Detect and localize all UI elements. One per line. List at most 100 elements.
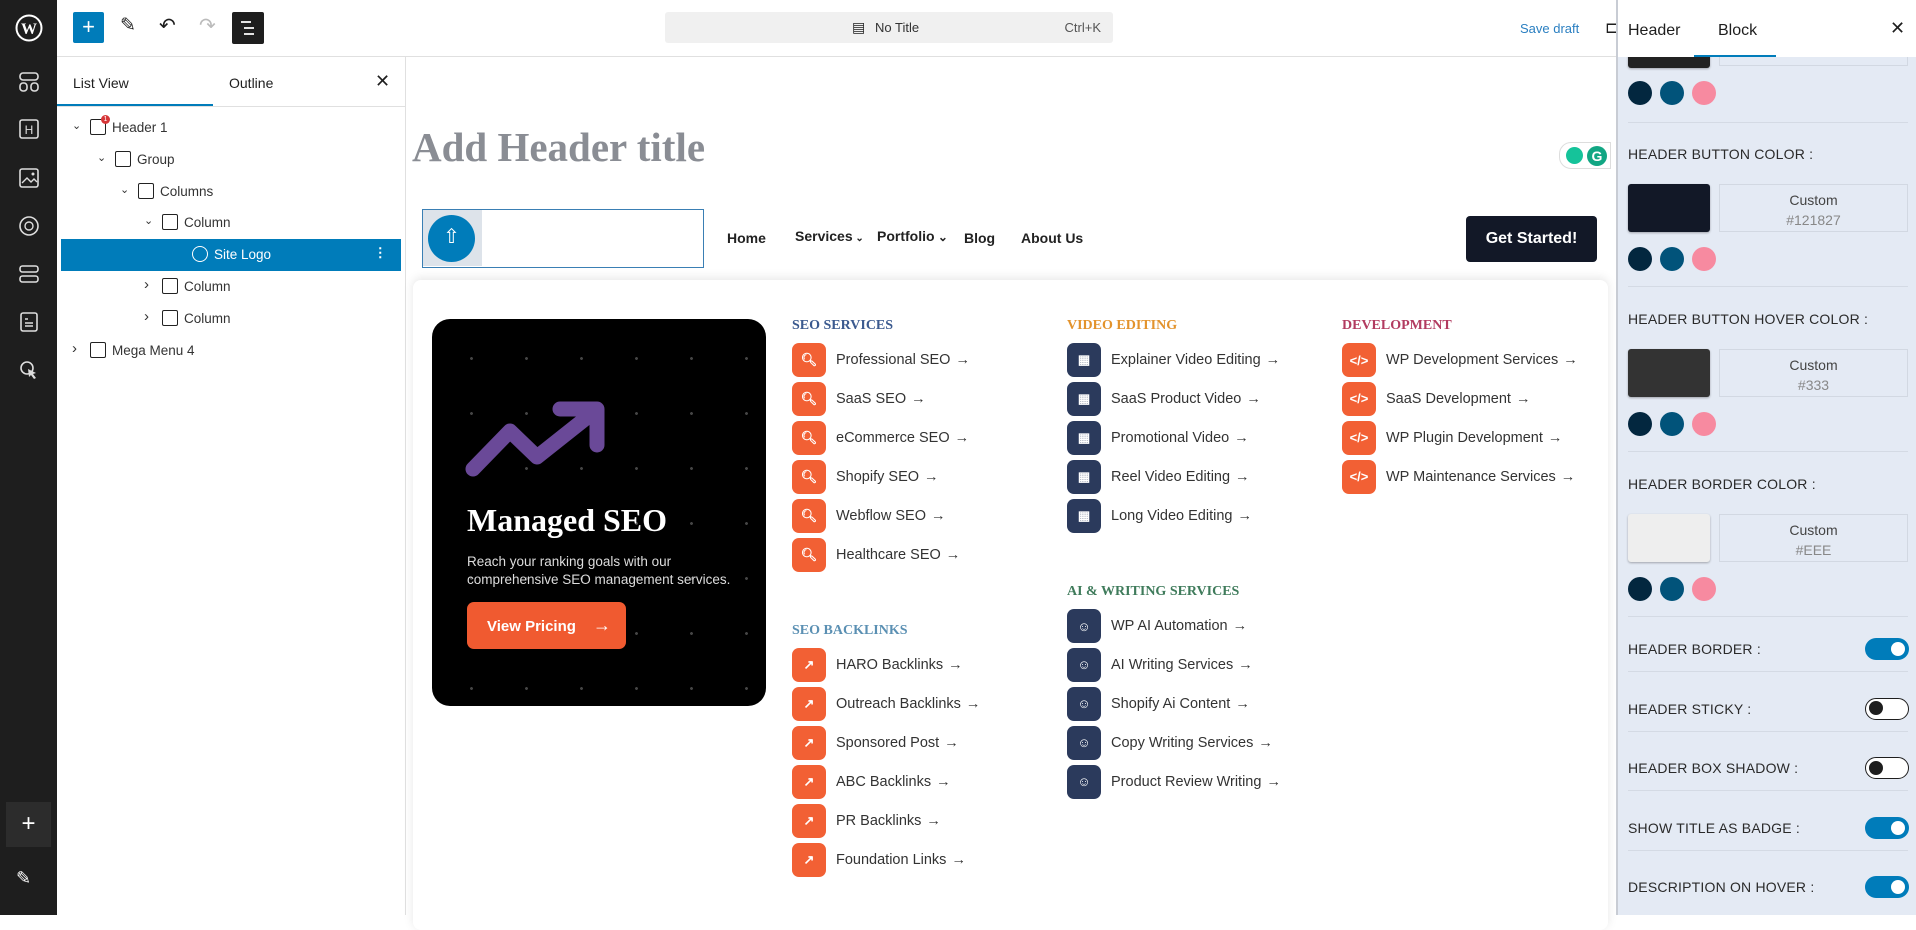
list-view-item[interactable]: ⌄ 1 Header 1 [57, 112, 406, 144]
list-view-item[interactable]: › Mega Menu 4 [57, 335, 406, 367]
redo-icon[interactable]: ↷ [199, 13, 216, 38]
interactions-icon[interactable] [14, 355, 43, 384]
chevron-right-icon[interactable]: › [144, 308, 149, 325]
patterns-icon[interactable] [14, 67, 43, 96]
heading-icon[interactable]: H [14, 114, 43, 143]
view-pricing-button[interactable]: View Pricing → [467, 602, 626, 649]
site-logo-block[interactable]: ⇧ [422, 209, 704, 268]
list-view-item[interactable]: ⌄ Column [57, 207, 406, 239]
menu-item[interactable]: </> WP Development Services → [1342, 343, 1578, 377]
menu-item[interactable]: 🔍︎ eCommerce SEO → [792, 420, 969, 455]
color-swatch[interactable] [1628, 514, 1710, 562]
menu-item[interactable]: ☺ WP AI Automation → [1067, 609, 1247, 643]
menu-item[interactable]: ☺ Shopify Ai Content → [1067, 686, 1250, 721]
preset-color-swatch[interactable] [1660, 81, 1684, 105]
toggle-switch[interactable] [1865, 757, 1909, 779]
chevron-down-icon[interactable]: ⌄ [72, 119, 81, 132]
menu-item[interactable]: </> SaaS Development → [1342, 381, 1530, 416]
command-palette-bar[interactable]: ▤ No Title Ctrl+K [665, 12, 1113, 43]
preset-color-swatch[interactable] [1660, 577, 1684, 601]
get-started-button[interactable]: Get Started! [1466, 216, 1597, 262]
close-icon[interactable]: ✕ [1890, 18, 1905, 39]
nav-about-us[interactable]: About Us [1021, 230, 1083, 246]
toggle-switch[interactable] [1865, 638, 1909, 660]
preset-color-swatch[interactable] [1628, 81, 1652, 105]
menu-item[interactable]: </> WP Plugin Development → [1342, 420, 1562, 455]
preset-color-swatch[interactable] [1628, 412, 1652, 436]
header-title-input[interactable]: Add Header title [412, 123, 705, 171]
tab-list-view[interactable]: List View [73, 57, 129, 106]
menu-item[interactable]: ▦ Promotional Video → [1067, 420, 1249, 455]
menu-item[interactable]: ▦ Long Video Editing → [1067, 498, 1252, 533]
menu-item[interactable]: ▦ SaaS Product Video → [1067, 381, 1261, 416]
undo-icon[interactable]: ↶ [159, 13, 176, 38]
menu-item[interactable]: </> WP Maintenance Services → [1342, 459, 1575, 494]
chevron-down-icon[interactable]: ⌄ [144, 214, 153, 227]
list-view-item[interactable]: › Column [57, 303, 406, 335]
menu-item[interactable]: 🔍︎ Shopify SEO → [792, 459, 939, 494]
nav-blog[interactable]: Blog [964, 230, 995, 246]
menu-item[interactable]: ▦ Explainer Video Editing → [1067, 343, 1280, 377]
styles-icon[interactable] [14, 211, 43, 240]
custom-color-field[interactable]: Custom #333 [1719, 349, 1908, 397]
image-icon[interactable] [14, 163, 43, 192]
chevron-right-icon[interactable]: › [72, 340, 77, 357]
menu-item[interactable]: ↗ Sponsored Post → [792, 725, 959, 760]
nav-home[interactable]: Home [727, 230, 766, 246]
custom-color-field[interactable]: Custom #121827 [1719, 184, 1908, 232]
preset-color-swatch[interactable] [1628, 247, 1652, 271]
tab-block[interactable]: Block [1718, 22, 1757, 40]
custom-color-field[interactable]: Custom #EEE [1719, 514, 1908, 562]
toggle-switch[interactable] [1865, 876, 1909, 898]
upload-icon[interactable]: ⇧ [428, 215, 475, 262]
menu-item[interactable]: ↗ Outreach Backlinks → [792, 686, 980, 721]
tools-pencil-icon[interactable]: ✎ [120, 14, 136, 37]
menu-item[interactable]: ☺ AI Writing Services → [1067, 647, 1253, 682]
close-icon[interactable]: ✕ [375, 71, 390, 92]
block-inserter-button[interactable]: + [73, 12, 104, 43]
chevron-down-icon[interactable]: ⌄ [97, 151, 106, 164]
color-swatch[interactable] [1628, 349, 1710, 397]
nav-portfolio[interactable]: Portfolio [877, 228, 935, 244]
nav-services[interactable]: Services [795, 228, 853, 244]
menu-item[interactable]: 🔍︎ Professional SEO → [792, 343, 970, 377]
grammarly-widget[interactable]: G [1559, 142, 1611, 169]
color-swatch[interactable] [1628, 184, 1710, 232]
tab-header[interactable]: Header [1628, 22, 1680, 40]
preset-color-swatch[interactable] [1692, 412, 1716, 436]
menu-item[interactable]: ↗ HARO Backlinks → [792, 648, 963, 682]
menu-item[interactable]: ☺ Product Review Writing → [1067, 764, 1281, 799]
toggle-switch[interactable] [1865, 816, 1909, 839]
save-draft-button[interactable]: Save draft [1520, 21, 1579, 36]
preset-color-swatch[interactable] [1692, 81, 1716, 105]
menu-item[interactable]: ↗ ABC Backlinks → [792, 764, 951, 799]
list-view-item[interactable]: ⌄ Group [57, 144, 406, 176]
preset-color-swatch[interactable] [1692, 577, 1716, 601]
chevron-down-icon[interactable]: ⌄ [120, 183, 129, 196]
preset-color-swatch[interactable] [1628, 577, 1652, 601]
template-parts-icon[interactable] [14, 259, 43, 288]
preset-color-swatch[interactable] [1660, 412, 1684, 436]
preset-color-swatch[interactable] [1692, 247, 1716, 271]
menu-item[interactable]: ↗ Foundation Links → [792, 842, 966, 877]
list-view-item[interactable]: ⌄ Columns [57, 176, 406, 208]
preset-color-swatch[interactable] [1660, 247, 1684, 271]
add-block-icon[interactable]: + [6, 802, 51, 847]
more-options-icon[interactable]: ⋮ [374, 245, 388, 261]
pages-icon[interactable] [14, 307, 43, 336]
list-view-item[interactable]: › Column [57, 271, 406, 303]
settings-panel: Header Block ✕ HEADER BUTTON COLOR : Cust… [1616, 0, 1916, 915]
toggle-switch[interactable] [1865, 697, 1909, 720]
wordpress-logo-icon[interactable]: W [14, 13, 43, 42]
list-view-item[interactable]: Site Logo ⋮ [61, 239, 401, 272]
tab-outline[interactable]: Outline [229, 57, 273, 106]
chevron-right-icon[interactable]: › [144, 276, 149, 293]
menu-item[interactable]: 🔍︎ Webflow SEO → [792, 498, 946, 533]
list-view-toggle-button[interactable] [232, 12, 264, 44]
menu-item[interactable]: ↗ PR Backlinks → [792, 803, 941, 838]
edit-pencil-icon[interactable]: ✎ [16, 868, 31, 889]
menu-item[interactable]: ▦ Reel Video Editing → [1067, 459, 1250, 494]
menu-item[interactable]: ☺ Copy Writing Services → [1067, 725, 1273, 760]
menu-item[interactable]: 🔍︎ SaaS SEO → [792, 381, 926, 416]
menu-item[interactable]: 🔍︎ Healthcare SEO → [792, 537, 960, 572]
